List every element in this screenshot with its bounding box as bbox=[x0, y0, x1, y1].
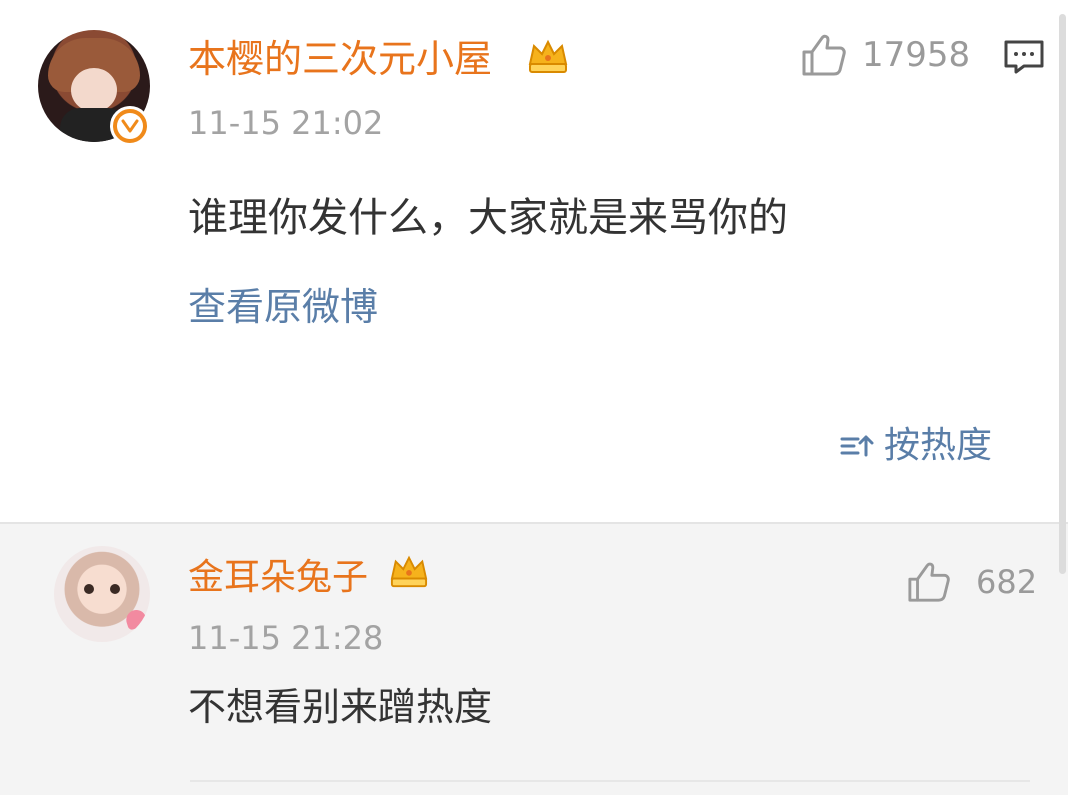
scrollbar[interactable] bbox=[1059, 14, 1066, 574]
post-text: 谁理你发什么，大家就是来骂你的 bbox=[188, 195, 788, 241]
comment-icon[interactable] bbox=[1002, 38, 1046, 76]
reply-username[interactable]: 金耳朵兔子 bbox=[188, 560, 368, 596]
reply-time: 11-15 21:28 bbox=[188, 619, 384, 657]
thumbs-up-icon[interactable] bbox=[800, 32, 848, 78]
verified-badge-icon bbox=[110, 106, 150, 146]
sort-label: 按热度 bbox=[884, 425, 993, 466]
post-like-count: 17958 bbox=[862, 35, 971, 75]
view-original-link[interactable]: 查看原微博 bbox=[188, 288, 378, 326]
post-time: 11-15 21:02 bbox=[188, 104, 384, 142]
crown-icon bbox=[528, 39, 568, 73]
sort-by-heat-button[interactable]: 按热度 bbox=[840, 428, 992, 464]
crown-icon bbox=[390, 555, 428, 588]
thumbs-up-icon[interactable] bbox=[906, 560, 952, 604]
reply-like-count: 682 bbox=[976, 563, 1038, 601]
divider bbox=[190, 780, 1030, 782]
reply-text: 不想看别来蹭热度 bbox=[188, 685, 493, 729]
reply-user-avatar[interactable] bbox=[54, 546, 150, 642]
sort-icon bbox=[840, 435, 874, 457]
post-username[interactable]: 本樱的三次元小屋 bbox=[188, 40, 492, 78]
